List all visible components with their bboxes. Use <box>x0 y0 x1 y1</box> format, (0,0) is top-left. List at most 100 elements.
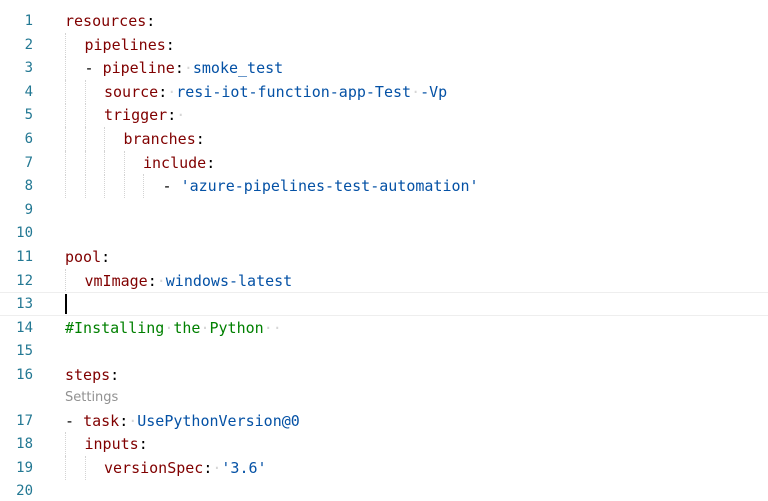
code-text: - 'azure-pipelines-test-automation' <box>163 174 479 198</box>
line-number: 7 <box>24 154 33 171</box>
code-line[interactable]: 16 steps: <box>0 363 768 387</box>
line-number: 11 <box>16 249 33 265</box>
code-line[interactable]: 3 - pipeline:·smoke_test <box>0 56 768 81</box>
code-text: steps: <box>65 363 119 387</box>
line-number: 18 <box>16 436 33 453</box>
code-token: : <box>195 130 205 148</box>
code-token: : <box>174 59 184 78</box>
code-line[interactable]: 13 <box>0 292 768 317</box>
code-token: inputs <box>84 435 139 454</box>
code-token: smoke_test <box>192 59 284 78</box>
code-token: pool <box>65 248 102 266</box>
indent-guide <box>84 174 86 199</box>
code-token: '3.6' <box>221 458 267 477</box>
code-token: trigger <box>104 106 168 125</box>
code-token: vmImage <box>84 271 148 290</box>
code-line[interactable]: 19 versionSpec:·'3.6' <box>0 455 768 480</box>
code-token: · <box>411 82 421 101</box>
code-text: versionSpec:·'3.6' <box>104 456 267 480</box>
code-token: : <box>101 248 111 266</box>
code-token: · <box>183 59 193 78</box>
line-number: 2 <box>24 36 33 53</box>
code-token: source <box>104 82 159 101</box>
code-line[interactable]: 7 include: <box>0 150 768 175</box>
indent-guide <box>65 32 66 57</box>
code-token: include <box>143 153 207 172</box>
code-line[interactable]: 20 <box>0 479 768 501</box>
code-token: steps <box>65 366 111 384</box>
code-token: 'azure-pipelines-test-automation' <box>180 177 479 196</box>
code-line[interactable]: 10 <box>0 221 768 245</box>
code-token: resources <box>65 12 147 30</box>
code-token: resi-iot-function-app-Test <box>176 82 412 101</box>
line-number: 17 <box>16 412 33 429</box>
code-line[interactable]: 9 <box>0 198 768 222</box>
code-token: -Vp <box>420 82 448 101</box>
indent-guide <box>104 127 105 151</box>
line-number: 4 <box>24 83 33 100</box>
line-number: 14 <box>16 319 33 336</box>
code-token: · <box>128 411 138 430</box>
code-text: resources: <box>65 9 155 33</box>
code-line[interactable]: 6 branches: <box>0 127 768 151</box>
line-number: 13 <box>16 296 33 313</box>
code-token: #Installing <box>65 318 165 337</box>
code-line[interactable]: 1 resources: <box>0 9 768 33</box>
indent-guide <box>65 56 66 81</box>
code-token: : <box>138 435 148 454</box>
code-text: inputs: <box>85 432 148 456</box>
indent-guide <box>65 150 66 175</box>
code-token: : <box>167 106 177 125</box>
code-line[interactable]: 11 pool: <box>0 245 768 269</box>
code-token: task <box>83 411 120 430</box>
line-number: 3 <box>24 60 33 77</box>
code-line[interactable]: 17 - task:·UsePythonVersion@0 <box>0 409 768 433</box>
code-token: Python <box>209 318 264 337</box>
code-line[interactable]: 5 trigger:· <box>0 103 768 128</box>
code-text: #Installing·the·Python·· <box>65 316 282 340</box>
line-number: 20 <box>16 483 33 500</box>
code-token: UsePythonVersion@0 <box>137 411 300 430</box>
indent-guide <box>84 127 86 151</box>
code-token: ·· <box>263 318 282 337</box>
code-token: · <box>167 82 177 101</box>
code-token: - <box>65 411 84 430</box>
code-line[interactable]: 8 - 'azure-pipelines-test-automation' <box>0 174 768 199</box>
line-number: 15 <box>16 343 33 360</box>
line-number: 12 <box>16 272 33 289</box>
code-line[interactable]: 4 source:·resi-iot-function-app-Test·-Vp <box>0 79 768 104</box>
line-number: 16 <box>16 367 33 383</box>
code-token: · <box>156 271 166 290</box>
indent-guide <box>84 79 86 104</box>
code-token: the <box>173 318 201 337</box>
code-text: vmImage:·windows-latest <box>85 269 293 293</box>
indent-guide <box>65 432 66 457</box>
code-text: - task:·UsePythonVersion@0 <box>65 409 300 433</box>
code-editor[interactable]: 1 resources: 2 pipelines: 3 - pipeline:·smoke… <box>0 0 768 501</box>
code-token: : <box>158 82 168 101</box>
indent-guide <box>65 79 66 104</box>
codelens-settings-link[interactable]: Settings <box>65 387 118 409</box>
indent-guide <box>65 103 66 128</box>
line-number: 10 <box>16 225 33 242</box>
code-text: - pipeline:·smoke_test <box>85 56 284 80</box>
indent-guide <box>123 150 125 175</box>
code-line[interactable]: 14 #Installing·the·Python·· <box>0 316 768 340</box>
line-number: 6 <box>24 131 33 147</box>
code-token: windows-latest <box>165 271 293 290</box>
indent-guide <box>84 150 86 175</box>
indent-guide <box>65 127 66 151</box>
code-line[interactable]: 15 <box>0 339 768 363</box>
code-line[interactable]: 12 vmImage:·windows-latest <box>0 268 768 293</box>
code-text: branches: <box>124 127 205 151</box>
code-token: : <box>119 411 129 430</box>
line-number: 9 <box>24 201 33 218</box>
code-line[interactable]: 18 inputs: <box>0 432 768 457</box>
indent-guide <box>65 455 66 480</box>
code-token: : <box>110 366 120 384</box>
code-line[interactable]: 2 pipelines: <box>0 32 768 57</box>
line-number: 8 <box>24 178 33 195</box>
code-text: pipelines: <box>85 33 175 57</box>
indent-guide <box>143 174 144 199</box>
line-number: 1 <box>24 13 33 29</box>
